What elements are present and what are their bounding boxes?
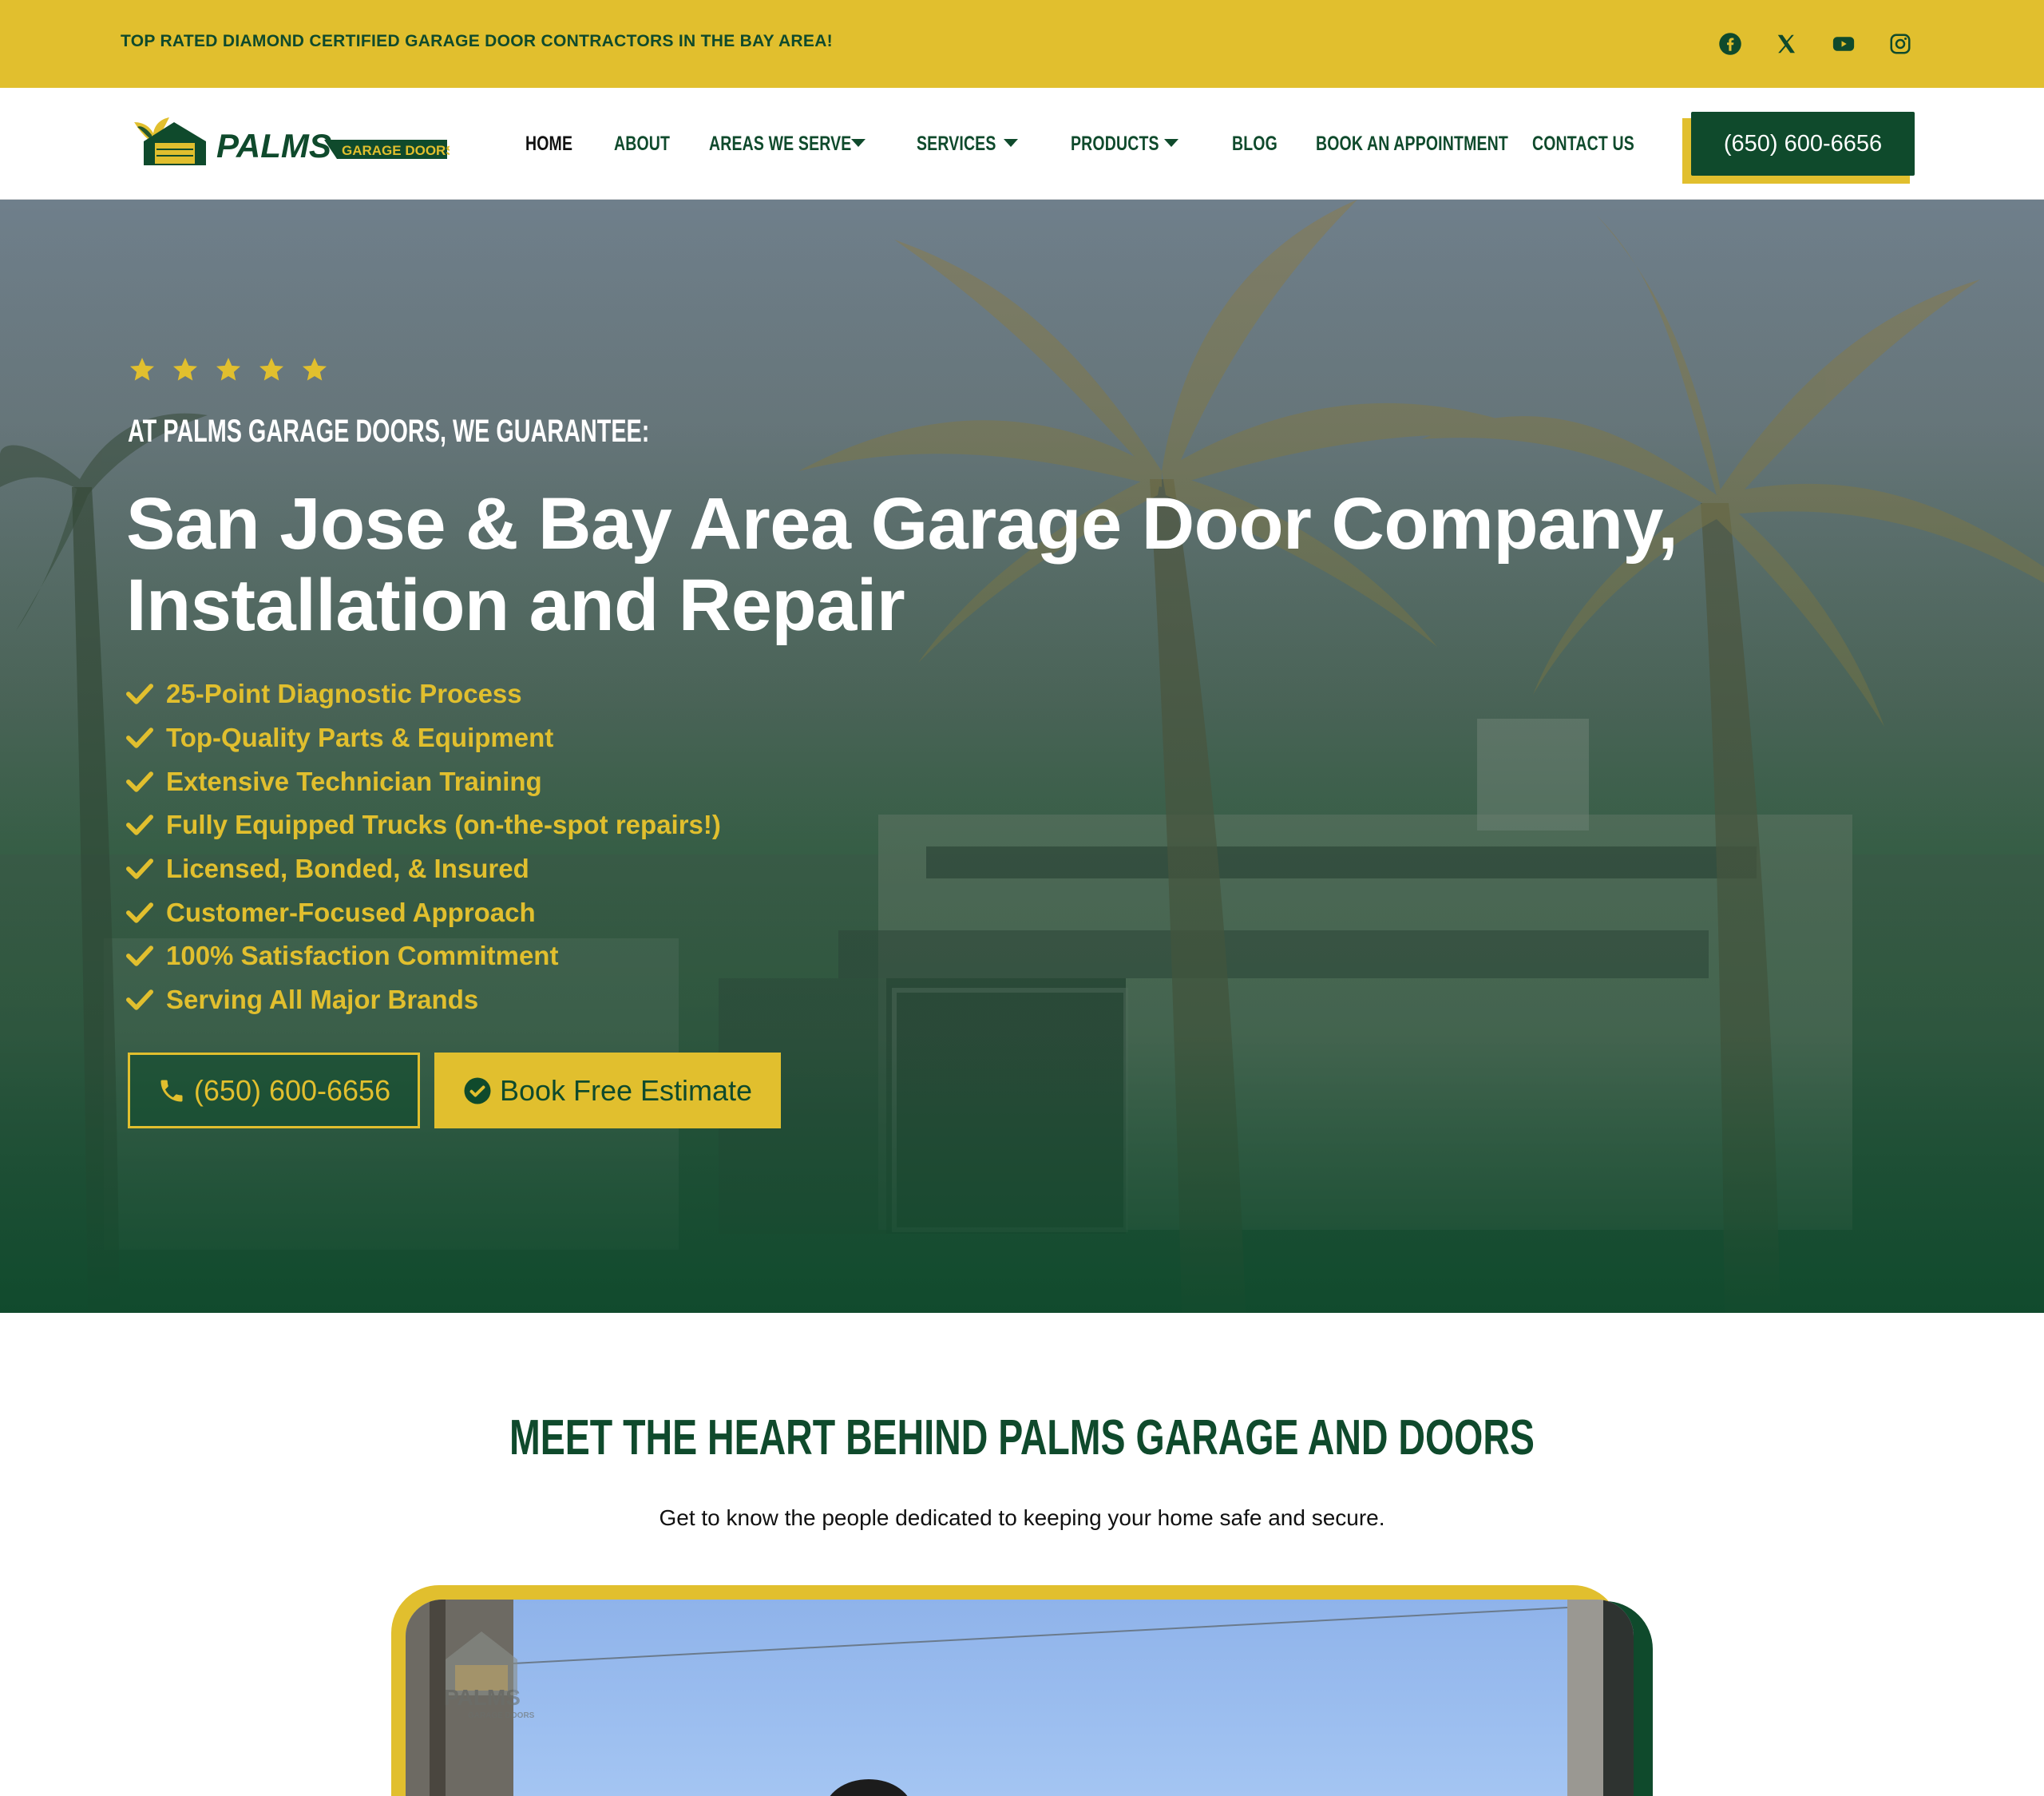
star-icon xyxy=(128,355,156,384)
palms-logo[interactable]: PALMS GARAGE DOORS xyxy=(134,116,455,172)
facebook-icon[interactable] xyxy=(1717,30,1744,57)
team-section-title: MEET THE HEART BEHIND PALMS GARAGE AND D… xyxy=(509,1410,1535,1465)
instagram-icon[interactable] xyxy=(1887,30,1914,57)
checkmark-icon xyxy=(126,902,153,923)
nav-areas-we-serve[interactable]: AREAS WE SERVE xyxy=(709,133,851,156)
garage-house-icon xyxy=(144,122,206,165)
checkmark-icon xyxy=(126,728,153,748)
nav-book-appointment[interactable]: BOOK AN APPOINTMENT xyxy=(1316,133,1508,156)
svg-text:GARAGE DOORS: GARAGE DOORS xyxy=(468,1711,535,1720)
checkmark-icon xyxy=(126,989,153,1010)
hero-eyebrow: AT PALMS GARAGE DOORS, WE GUARANTEE: xyxy=(128,414,650,449)
nav-about[interactable]: ABOUT xyxy=(614,133,670,156)
svg-text:PALMS: PALMS xyxy=(444,1685,521,1710)
chevron-down-icon[interactable] xyxy=(1004,139,1018,147)
hero-title-line-2: Installation and Repair xyxy=(126,565,905,646)
checkmark-icon xyxy=(126,684,153,705)
hero-section: AT PALMS GARAGE DOORS, WE GUARANTEE: San… xyxy=(0,200,2044,1313)
star-icon xyxy=(171,355,200,384)
nav-blog[interactable]: BLOG xyxy=(1232,133,1278,156)
star-icon xyxy=(257,355,286,384)
checkmark-icon xyxy=(126,858,153,879)
checkmark-icon xyxy=(126,946,153,967)
rating-stars xyxy=(128,355,329,384)
star-icon xyxy=(300,355,329,384)
nav-products[interactable]: PRODUCTS xyxy=(1071,133,1159,156)
hero-title-line-1: San Jose & Bay Area Garage Door Company, xyxy=(126,483,1678,565)
topbar-tagline: TOP RATED DIAMOND CERTIFIED GARAGE DOOR … xyxy=(121,32,833,50)
svg-text:GARAGE DOORS: GARAGE DOORS xyxy=(342,143,450,158)
nav-home[interactable]: HOME xyxy=(525,133,572,156)
chevron-down-icon[interactable] xyxy=(851,139,866,147)
list-item: Customer-Focused Approach xyxy=(126,890,721,934)
hero-call-button[interactable]: (650) 600-6656 xyxy=(128,1053,420,1128)
team-section-subtitle: Get to know the people dedicated to keep… xyxy=(659,1505,1385,1530)
book-free-estimate-button[interactable]: Book Free Estimate xyxy=(434,1053,781,1128)
hero-title: San Jose & Bay Area Garage Door Company,… xyxy=(126,483,1963,646)
list-item: Fully Equipped Trucks (on-the-spot repai… xyxy=(126,803,721,847)
team-video[interactable]: PALMS GARAGE DOORS xyxy=(406,1600,1634,1796)
guarantee-list: 25-Point Diagnostic Process Top-Quality … xyxy=(126,672,721,1022)
x-icon[interactable] xyxy=(1773,30,1800,57)
check-circle-icon xyxy=(464,1077,491,1104)
youtube-icon[interactable] xyxy=(1830,30,1857,57)
nav-services[interactable]: SERVICES xyxy=(917,133,996,156)
top-announcement-bar: TOP RATED DIAMOND CERTIFIED GARAGE DOOR … xyxy=(0,0,2044,88)
checkmark-icon xyxy=(126,815,153,836)
phone-icon xyxy=(160,1080,183,1101)
header-phone-button[interactable]: (650) 600-6656 xyxy=(1691,112,1915,176)
video-preview-image: PALMS GARAGE DOORS xyxy=(406,1600,1634,1796)
svg-text:PALMS: PALMS xyxy=(216,127,331,165)
star-icon xyxy=(214,355,243,384)
nav-contact-us[interactable]: CONTACT US xyxy=(1532,133,1634,156)
list-item: Licensed, Bonded, & Insured xyxy=(126,847,721,891)
list-item: 25-Point Diagnostic Process xyxy=(126,672,721,716)
list-item: Serving All Major Brands xyxy=(126,978,721,1022)
list-item: Top-Quality Parts & Equipment xyxy=(126,716,721,760)
list-item: Extensive Technician Training xyxy=(126,759,721,803)
checkmark-icon xyxy=(126,771,153,792)
list-item: 100% Satisfaction Commitment xyxy=(126,934,721,978)
chevron-down-icon[interactable] xyxy=(1164,139,1178,147)
